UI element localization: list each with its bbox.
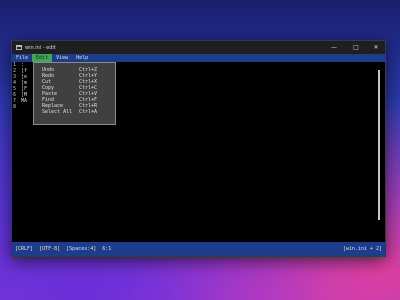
status-bar: [CRLF] [UTF-8] [Spaces:4] 6:1 [win.ini +…: [12, 242, 385, 256]
line-number: 8: [13, 104, 17, 110]
close-button[interactable]: ✕: [367, 44, 385, 51]
minimize-button[interactable]: —: [323, 44, 345, 51]
window-title: win.ini - edit: [25, 44, 56, 51]
edit-menu-dropdown: Undo Ctrl+Z Redo Ctrl+Y Cut Ctrl+X Copy Ctrl…: [33, 62, 116, 125]
status-position: 6:1: [102, 246, 112, 252]
menu-item-shortcut: Ctrl+A: [79, 109, 98, 115]
title-bar: win.ini - edit — □ ✕: [12, 41, 385, 54]
status-indent[interactable]: [Spaces:4]: [66, 246, 96, 252]
menu-view[interactable]: View: [52, 54, 72, 62]
menu-bar: File Edit View Help: [12, 54, 385, 62]
line-text: MA: [21, 98, 28, 104]
menu-edit[interactable]: Edit: [32, 54, 53, 62]
menu-help[interactable]: Help: [72, 54, 92, 62]
status-line-ending[interactable]: [CRLF]: [15, 246, 33, 252]
menu-file[interactable]: File: [12, 54, 32, 62]
menu-item-label: Select All: [42, 109, 73, 115]
status-file: [win.ini + 2]: [342, 246, 382, 252]
maximize-button[interactable]: □: [345, 44, 367, 51]
menu-item-select-all[interactable]: Select All Ctrl+A: [34, 109, 115, 115]
terminal-icon: [16, 45, 22, 50]
vertical-scrollbar[interactable]: [378, 70, 380, 220]
editor-window: win.ini - edit — □ ✕ File Edit View Help…: [11, 40, 386, 257]
status-encoding[interactable]: [UTF-8]: [39, 246, 60, 252]
